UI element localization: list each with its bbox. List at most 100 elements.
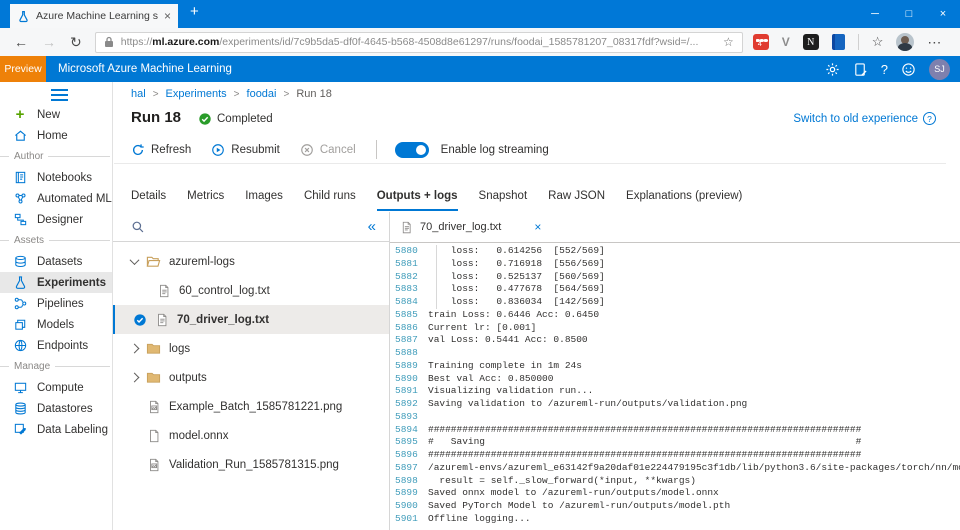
v-extension-icon[interactable]: V xyxy=(782,35,790,49)
tree-file-validation-run[interactable]: Validation_Run_1585781315.png xyxy=(113,450,389,479)
breadcrumb-current: Run 18 xyxy=(296,88,332,100)
settings-gear-icon[interactable] xyxy=(825,62,840,77)
tab-snapshot[interactable]: Snapshot xyxy=(479,190,528,211)
hamburger-menu-icon[interactable] xyxy=(51,89,68,101)
sidebar-section-author: Author xyxy=(0,146,112,167)
chevron-down-icon[interactable] xyxy=(129,255,140,266)
folder-open-icon xyxy=(146,256,161,267)
sidebar-item-automated-ml[interactable]: Automated ML xyxy=(0,188,112,209)
sidebar-item-experiments[interactable]: Experiments xyxy=(0,272,112,293)
feedback-icon[interactable] xyxy=(853,62,868,77)
log-line: 5896 ####################################… xyxy=(395,449,862,460)
window-maximize-button[interactable]: □ xyxy=(892,8,926,20)
tree-search-row[interactable]: « xyxy=(113,212,389,242)
sidebar-item-datasets[interactable]: Datasets xyxy=(0,251,112,272)
tab-explanations[interactable]: Explanations (preview) xyxy=(626,190,742,211)
breadcrumb-foodai[interactable]: foodai xyxy=(247,88,277,100)
favorites-bar-icon[interactable]: ☆ xyxy=(872,34,884,50)
log-line: 5887 val Loss: 0.5441 Acc: 0.8500 xyxy=(395,334,588,346)
help-icon[interactable]: ? xyxy=(881,62,888,77)
reload-icon[interactable]: ↻ xyxy=(70,34,82,51)
log-streaming-toggle[interactable] xyxy=(394,141,429,158)
tree-file-example-batch[interactable]: Example_Batch_1585781221.png xyxy=(113,392,389,421)
log-file-tab[interactable]: 70_driver_log.txt × xyxy=(390,212,960,243)
tab-raw-json[interactable]: Raw JSON xyxy=(548,190,605,211)
tab-close-icon[interactable]: × xyxy=(164,9,171,23)
tab-outputs-logs[interactable]: Outputs + logs xyxy=(376,190,458,211)
sidebar-item-endpoints[interactable]: Endpoints xyxy=(0,335,112,356)
image-file-icon xyxy=(150,400,159,413)
book-extension-icon[interactable] xyxy=(831,34,845,50)
tree-file-model-onnx[interactable]: model.onnx xyxy=(113,421,389,450)
back-icon[interactable]: ← xyxy=(14,34,28,50)
sidebar-item-compute[interactable]: Compute xyxy=(0,377,112,398)
compute-icon xyxy=(12,380,28,396)
sidebar-item-pipelines[interactable]: Pipelines xyxy=(0,293,112,314)
close-log-tab-icon[interactable]: × xyxy=(534,220,541,234)
aml-topbar: Preview Microsoft Azure Machine Learning… xyxy=(0,56,960,82)
collapse-panel-icon[interactable]: « xyxy=(368,218,376,235)
breadcrumb-experiments[interactable]: Experiments xyxy=(166,88,227,100)
text-file-icon xyxy=(402,221,411,233)
log-line: 5900 Saved PyTorch Model to /azureml-run/… xyxy=(395,500,731,511)
user-avatar[interactable]: SJ xyxy=(929,58,950,80)
smiley-feedback-icon[interactable] xyxy=(901,62,916,77)
url-text: https://ml.azure.com/experiments/id/7c9b… xyxy=(120,36,699,48)
browser-menu-icon[interactable]: ⋯ xyxy=(927,34,941,51)
tree-folder-logs[interactable]: logs xyxy=(113,334,389,363)
selected-check-icon xyxy=(134,313,146,326)
sidebar-item-data-labeling[interactable]: Data Labeling xyxy=(0,419,112,440)
designer-icon xyxy=(12,212,28,228)
browser-tab-title: Azure Machine Learning studio ( xyxy=(36,10,158,22)
tree-folder-azureml-logs[interactable]: azureml-logs xyxy=(113,247,389,276)
sidebar-item-new[interactable]: + New xyxy=(0,104,112,125)
browser-tab[interactable]: Azure Machine Learning studio ( × xyxy=(10,4,178,28)
address-bar[interactable]: https://ml.azure.com/experiments/id/7c9b… xyxy=(94,31,743,53)
window-minimize-button[interactable]: ─ xyxy=(858,8,892,20)
tab-images[interactable]: Images xyxy=(245,190,283,211)
tab-details[interactable]: Details xyxy=(131,190,166,211)
log-line: 5894 ####################################… xyxy=(395,423,862,435)
sidebar-section-manage: Manage xyxy=(0,356,112,377)
tree-file-driver-log-selected[interactable]: 70_driver_log.txt xyxy=(113,305,389,334)
adblock-extension-icon[interactable]: 4 xyxy=(752,34,769,50)
file-icon xyxy=(150,429,159,442)
log-line: 5880 loss: 0.614256 [552/569] xyxy=(395,245,605,258)
tab-metrics[interactable]: Metrics xyxy=(187,190,224,211)
image-file-icon xyxy=(150,458,159,471)
refresh-button[interactable]: Refresh xyxy=(131,143,191,157)
window-close-button[interactable]: × xyxy=(926,8,960,20)
breadcrumb-hal[interactable]: hal xyxy=(131,88,146,100)
tree-file-control-log[interactable]: 60_control_log.txt xyxy=(113,276,389,305)
log-line: 5890 Best val Acc: 0.850000 xyxy=(395,372,554,384)
log-line: 5885 train Loss: 0.6446 Acc: 0.6450 xyxy=(395,308,600,320)
tab-child-runs[interactable]: Child runs xyxy=(304,190,356,211)
chevron-right-icon[interactable] xyxy=(129,372,140,383)
toolbar-divider xyxy=(375,140,377,159)
chevron-right-icon[interactable] xyxy=(129,343,140,354)
log-line: 5886 Current lr: [0.001] xyxy=(395,321,537,333)
sidebar-item-home[interactable]: Home xyxy=(0,125,112,146)
browser-profile-avatar[interactable] xyxy=(896,33,915,51)
log-line: 5891 Visualizing validation run... xyxy=(395,385,594,397)
new-tab-button[interactable]: + xyxy=(190,3,199,20)
screen: Azure Machine Learning studio ( × + ─ □ … xyxy=(0,0,960,530)
switch-to-old-experience-link[interactable]: Switch to old experience ? xyxy=(793,112,936,125)
sidebar-item-notebooks[interactable]: Notebooks xyxy=(0,167,112,188)
log-line: 5889 Training complete in 1m 24s xyxy=(395,359,582,371)
bookmark-star-icon[interactable]: ☆ xyxy=(723,35,734,49)
log-line: 5881 loss: 0.716918 [556/569] xyxy=(395,257,605,271)
sidebar-item-datastores[interactable]: Datastores xyxy=(0,398,112,419)
breadcrumb: hal > Experiments > foodai > Run 18 xyxy=(131,88,332,100)
log-content[interactable]: 5880 loss: 0.614256 [552/569] 5881 loss:… xyxy=(390,243,960,526)
n-extension-icon[interactable]: N xyxy=(802,34,819,50)
log-viewer-panel: 70_driver_log.txt × 5880 loss: 0.614256 … xyxy=(389,212,960,530)
log-line: 5888 xyxy=(395,347,418,358)
resubmit-button[interactable]: Resubmit xyxy=(211,143,280,157)
sidebar-item-designer[interactable]: Designer xyxy=(0,209,112,230)
lock-icon xyxy=(104,36,114,48)
tree-folder-outputs[interactable]: outputs xyxy=(113,363,389,392)
sidebar-item-models[interactable]: Models xyxy=(0,314,112,335)
text-file-icon xyxy=(160,284,169,297)
log-line: 5898 result = self._slow_forward(*input,… xyxy=(395,474,696,486)
